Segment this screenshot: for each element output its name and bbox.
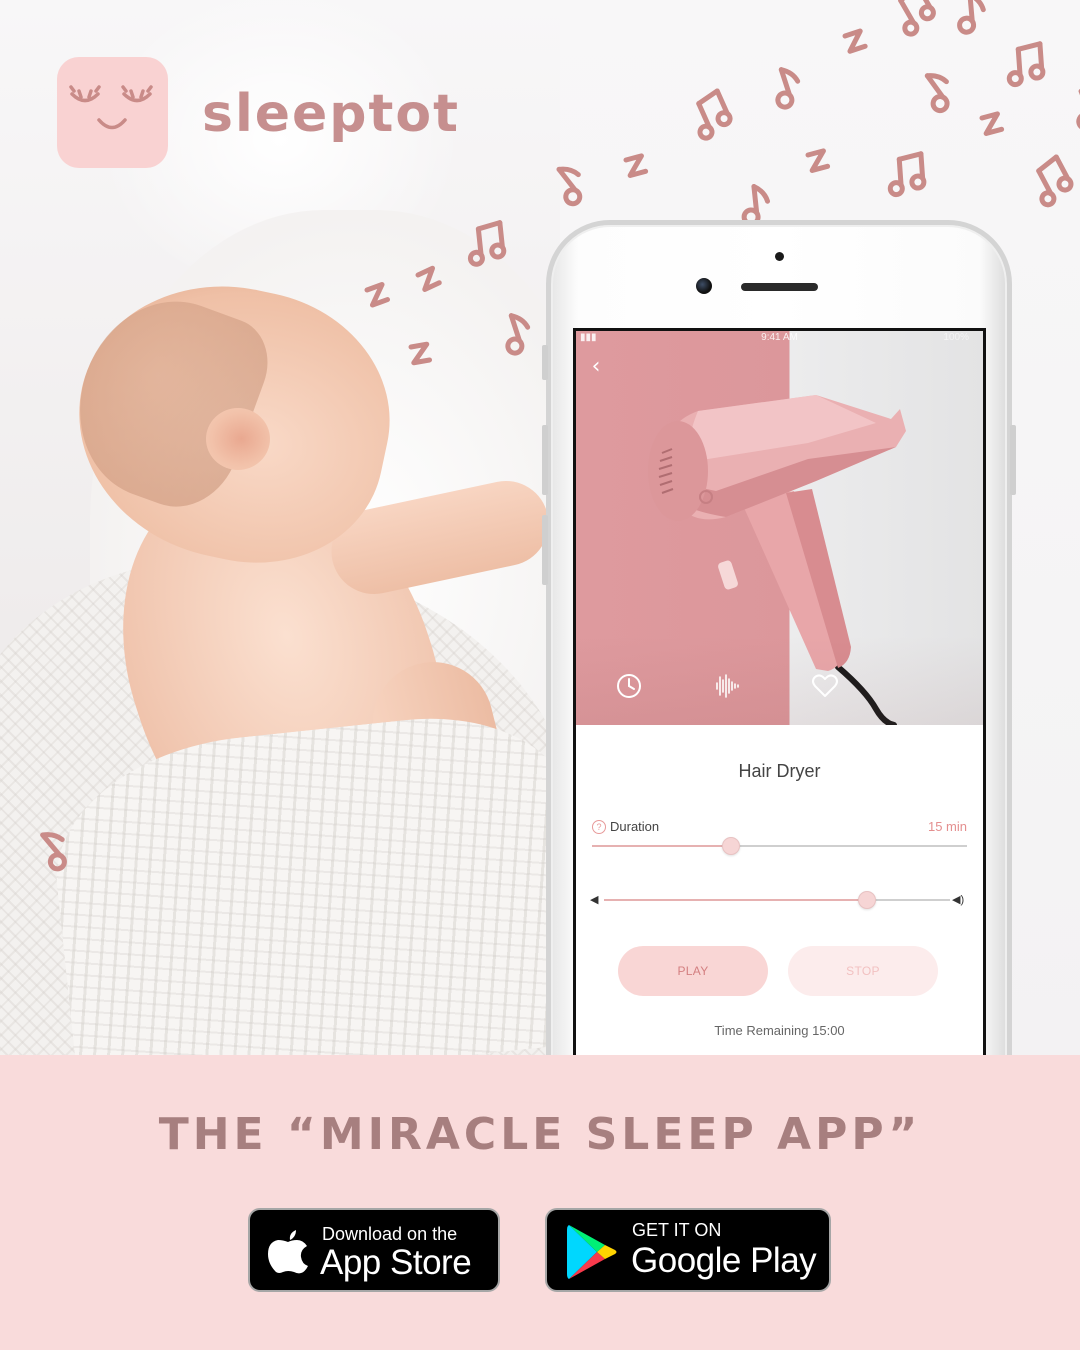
stop-button[interactable]: STOP	[788, 946, 938, 996]
volume-low-icon: ◀	[590, 894, 599, 906]
sleepy-face-icon	[69, 85, 153, 130]
status-battery: 100%	[943, 332, 969, 343]
app-store-badge[interactable]: Download on the App Store	[248, 1208, 500, 1292]
sound-title: Hair Dryer	[738, 761, 821, 781]
brand-name: sleeptot	[202, 84, 460, 144]
phone-volume-button	[542, 425, 548, 495]
volume-slider[interactable]	[604, 890, 950, 910]
baby-ear	[206, 408, 270, 470]
duration-slider-fill	[592, 845, 731, 847]
clock-icon[interactable]	[614, 671, 644, 701]
promo-banner	[0, 1055, 1080, 1350]
app-logo	[57, 57, 168, 168]
phone-side-button	[1010, 425, 1016, 495]
status-bar: ▮▮▮ 9:41 AM 100%	[576, 331, 983, 345]
phone-speaker	[741, 283, 818, 291]
tagline: THE “MIRACLE SLEEP APP”	[158, 1109, 922, 1160]
phone-volume-button	[542, 515, 548, 585]
back-arrow-icon[interactable]: ‹	[584, 353, 608, 381]
app-store-small-text: Download on the	[322, 1224, 458, 1244]
play-button[interactable]: PLAY	[618, 946, 768, 996]
time-remaining: Time Remaining 15:00	[714, 1023, 845, 1038]
google-play-badge[interactable]: GET IT ON Google Play	[545, 1208, 831, 1292]
phone-screen: ▮▮▮ 9:41 AM 100% ‹ Hair Dryer ? Duration…	[573, 328, 986, 1055]
waveform-icon[interactable]	[712, 671, 742, 701]
help-icon[interactable]: ?	[592, 820, 606, 834]
sound-artwork: ▮▮▮ 9:41 AM 100% ‹	[576, 331, 983, 725]
google-play-small-text: GET IT ON	[632, 1220, 722, 1240]
status-time: 9:41 AM	[761, 332, 798, 343]
duration-label: Duration	[610, 819, 660, 834]
duration-slider-thumb[interactable]	[721, 837, 740, 855]
google-play-big-text: Google Play	[631, 1241, 817, 1280]
heart-icon[interactable]	[810, 671, 840, 701]
duration-value: 15 min	[927, 819, 967, 834]
volume-high-icon: ◀)	[952, 894, 965, 906]
duration-row: ? Duration 15 min	[592, 818, 967, 836]
duration-slider[interactable]	[592, 836, 967, 856]
app-store-big-text: App Store	[320, 1243, 472, 1282]
app-screen: ▮▮▮ 9:41 AM 100% ‹ Hair Dryer ? Duration…	[576, 331, 983, 1055]
volume-slider-thumb[interactable]	[857, 891, 876, 909]
volume-slider-fill	[604, 899, 867, 901]
google-play-icon	[567, 1225, 617, 1279]
apple-icon	[268, 1230, 308, 1274]
phone-camera	[696, 278, 712, 294]
phone-mute-switch	[542, 345, 548, 380]
phone-sensor	[775, 252, 784, 261]
